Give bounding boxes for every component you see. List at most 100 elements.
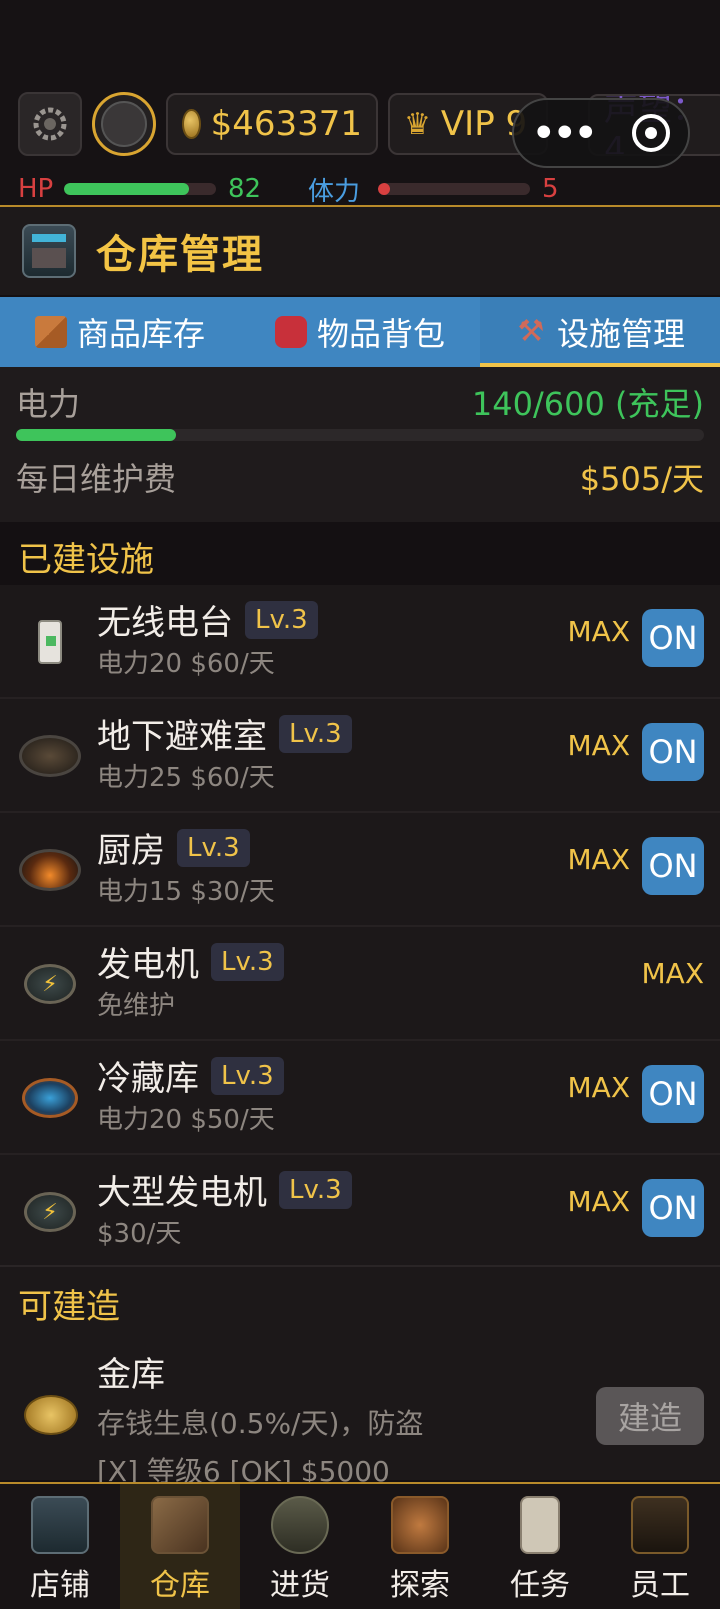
facility-row: 地下避难室 Lv.3 电力25 $60/天 MAX ON (0, 699, 720, 813)
power-bar-fill (16, 429, 177, 441)
level-badge: Lv.3 (279, 1170, 352, 1209)
max-label: MAX (641, 957, 705, 990)
nav-restock[interactable]: 进货 (240, 1484, 360, 1609)
power-toggle-button[interactable]: ON (642, 837, 704, 895)
nav-label: 进货 (270, 1568, 330, 1603)
truck-icon (271, 1496, 329, 1554)
tab-bar: 商品库存 物品背包 ⚒ 设施管理 (0, 297, 720, 367)
power-bar (16, 429, 704, 441)
facility-cost: 免维护 (97, 991, 176, 1021)
hp-bar (64, 183, 216, 195)
crane-icon: ⚒ (517, 314, 545, 349)
cold-storage-icon (18, 1066, 82, 1130)
level-badge: Lv.3 (245, 600, 318, 639)
top-hud: $463371 ♛ VIP 9 声望：4 ••• HP 82 体力 5 (0, 0, 720, 207)
page-header: 仓库管理 (0, 205, 720, 295)
build-button[interactable]: 建造 (596, 1387, 704, 1445)
nav-label: 探索 (390, 1568, 450, 1603)
team-icon (631, 1496, 689, 1554)
energy-icon: ⚡ (18, 1180, 82, 1244)
coin-icon (182, 109, 201, 139)
facility-title: 大型发电机 Lv.3 (97, 1165, 352, 1214)
tab-backpack[interactable]: 物品背包 (240, 297, 480, 367)
maintenance-fee-label: 每日维护费 (16, 460, 177, 498)
facility-name: 地下避难室 (97, 717, 267, 757)
gear-icon (33, 107, 67, 141)
nav-tasks[interactable]: 任务 (480, 1484, 600, 1609)
facility-cost: 电力25 $60/天 (97, 763, 275, 793)
tab-label: 设施管理 (556, 315, 685, 353)
avatar-image (101, 101, 147, 147)
facility-cost: 电力20 $60/天 (97, 649, 275, 679)
warehouse-icon (22, 224, 76, 278)
max-label: MAX (567, 1185, 631, 1218)
clipboard-icon (520, 1496, 560, 1554)
page-title: 仓库管理 (96, 232, 264, 278)
backpack-icon (274, 316, 307, 348)
power-toggle-button[interactable]: ON (642, 723, 704, 781)
facility-cost: 电力15 $30/天 (97, 877, 275, 907)
stamina-value: 5 (542, 174, 559, 204)
facility-row: ⚡ 大型发电机 Lv.3 $30/天 MAX ON (0, 1155, 720, 1269)
stamina-bar-fill (378, 183, 391, 195)
nav-label: 仓库 (150, 1568, 210, 1603)
power-value: 140/600 (充足) (471, 385, 704, 423)
money-display: $463371 (166, 93, 378, 155)
kitchen-icon (18, 838, 82, 902)
close-miniprogram-button[interactable] (631, 114, 670, 152)
max-label: MAX (567, 843, 631, 876)
facility-name: 大型发电机 (97, 1173, 267, 1213)
power-toggle-button[interactable]: ON (642, 1179, 704, 1237)
miniprogram-capsule: ••• (512, 98, 690, 168)
buildable-section: 可建造 金库 存钱生息(0.5%/天)，防盗 [X] 等级6 [OK] $500… (0, 1265, 720, 1488)
buildable-section-title: 可建造 (18, 1287, 120, 1327)
facility-title: 厨房 Lv.3 (97, 823, 250, 872)
nav-explore[interactable]: 探索 (360, 1484, 480, 1609)
nav-shop[interactable]: 店铺 (0, 1484, 120, 1609)
facility-list: 无线电台 Lv.3 电力20 $60/天 MAX ON 地下避难室 Lv.3 电… (0, 585, 720, 1269)
money-value: $463371 (210, 104, 362, 144)
vault-description: 存钱生息(0.5%/天)，防盗 (97, 1407, 424, 1440)
facility-title: 冷藏库 Lv.3 (97, 1051, 284, 1100)
shop-icon (31, 1496, 89, 1554)
tab-facilities[interactable]: ⚒ 设施管理 (480, 297, 720, 367)
facility-name: 发电机 (97, 945, 199, 985)
level-badge: Lv.3 (211, 942, 284, 981)
facility-name: 冷藏库 (97, 1059, 199, 1099)
tab-label: 物品背包 (316, 315, 445, 353)
player-avatar[interactable] (92, 92, 156, 156)
tab-inventory[interactable]: 商品库存 (0, 297, 240, 367)
facility-row: ⚡ 发电机 Lv.3 免维护 MAX (0, 927, 720, 1041)
power-panel: 电力 140/600 (充足) 每日维护费 $505/天 (0, 367, 720, 522)
nav-label: 任务 (510, 1568, 570, 1603)
nav-warehouse[interactable]: 仓库 (120, 1484, 240, 1609)
facility-row: 厨房 Lv.3 电力15 $30/天 MAX ON (0, 813, 720, 927)
facility-title: 发电机 Lv.3 (97, 937, 284, 986)
radio-icon (18, 610, 82, 674)
more-menu-button[interactable]: ••• (532, 113, 597, 154)
maintenance-fee-value: $505/天 (579, 460, 704, 498)
facility-cost: $30/天 (97, 1219, 182, 1249)
energy-icon: ⚡ (18, 952, 82, 1016)
max-label: MAX (567, 1071, 631, 1104)
power-toggle-button[interactable]: ON (642, 609, 704, 667)
tab-label: 商品库存 (76, 315, 205, 353)
level-badge: Lv.3 (177, 828, 250, 867)
max-label: MAX (567, 729, 631, 762)
facility-name: 无线电台 (97, 603, 233, 643)
warehouse-crate-icon (151, 1496, 209, 1554)
facility-name: 厨房 (97, 831, 165, 871)
level-badge: Lv.3 (279, 714, 352, 753)
power-label: 电力 (16, 385, 81, 423)
settings-gear-button[interactable] (18, 92, 82, 156)
power-toggle-button[interactable]: ON (642, 1065, 704, 1123)
stamina-bar (378, 183, 530, 195)
box-icon (34, 316, 67, 348)
level-badge: Lv.3 (211, 1056, 284, 1095)
facility-row: 冷藏库 Lv.3 电力20 $50/天 MAX ON (0, 1041, 720, 1155)
player-stats: HP 82 体力 5 (18, 172, 718, 207)
facility-cost: 电力20 $50/天 (97, 1105, 275, 1135)
facility-row: 无线电台 Lv.3 电力20 $60/天 MAX ON (0, 585, 720, 699)
nav-staff[interactable]: 员工 (600, 1484, 720, 1609)
nav-label: 店铺 (30, 1568, 90, 1603)
